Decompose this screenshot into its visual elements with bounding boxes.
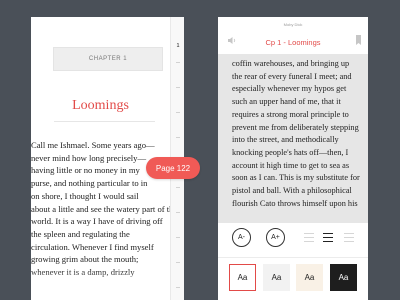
chapter-label: CHAPTER 1 [53,47,163,71]
align-right-icon[interactable] [344,233,354,242]
font-increase-button[interactable]: A+ [266,228,285,247]
text-line: knocking people's hats off—then, I [232,147,349,157]
theme-dark-option[interactable]: Aa [330,264,357,291]
text-line: circulation. Whenever I find myself [31,241,154,252]
text-line: world. It is a way I have of driving off [31,216,163,227]
font-decrease-button[interactable]: A- [232,228,251,247]
text-fade [31,270,184,300]
text-line: about a little and see the watery part o… [31,203,178,214]
theme-gray-option[interactable]: Aa [263,264,290,291]
text-line: flourish Cato throws himself upon his [232,198,358,208]
text-line: growing grim about the mouth; [31,254,139,265]
text-line: especially whenever my hypos get [232,84,347,94]
scrubber-number: 1 [176,43,180,49]
book-text: coffin warehouses, and bringing up the r… [232,58,366,210]
text-line: into the street, and methodically [232,135,339,145]
text-line: coffin warehouses, and bringing up [232,59,350,68]
book-name: Moby Dick [283,22,303,27]
text-controls: A- A+ [218,223,368,258]
text-line: pistol and ball. With a philosophical [232,186,352,196]
theme-picker: Aa Aa Aa Aa [218,258,368,300]
text-line: soon as I can. This is my substitute for [232,173,360,183]
text-line: the rear of every funeral I meet; and [232,71,352,81]
theme-white-option[interactable]: Aa [229,264,256,291]
chapter-title: Loomings [72,98,129,113]
bookmark-icon[interactable] [356,35,361,45]
text-line: the spleen and regulating the [31,228,130,239]
text-line: purse, and nothing particular to in [31,178,148,189]
align-left-icon[interactable] [304,233,314,242]
text-line: requires a strong moral principle to [232,109,349,119]
text-area: coffin warehouses, and bringing up the r… [218,54,368,223]
align-justify-icon[interactable] [323,233,333,242]
text-line: Call me Ishmael. Some years ago— [31,140,155,150]
text-line: account it high time to get to sea as [232,160,350,170]
text-line: on shore, I thought I would sail [31,190,139,201]
reader-settings-screen: Moby Dick Cp 1 - Loomings coffin warehou… [218,17,368,300]
text-line: such an upper hand of me, that it [232,97,341,107]
theme-sepia-option[interactable]: Aa [296,264,323,291]
chapter-header[interactable]: Cp 1 - Loomings [218,38,368,47]
page-indicator: Page 122 [146,157,200,179]
title-divider [54,121,155,122]
text-line: prevent me from deliberately stepping [232,122,359,132]
